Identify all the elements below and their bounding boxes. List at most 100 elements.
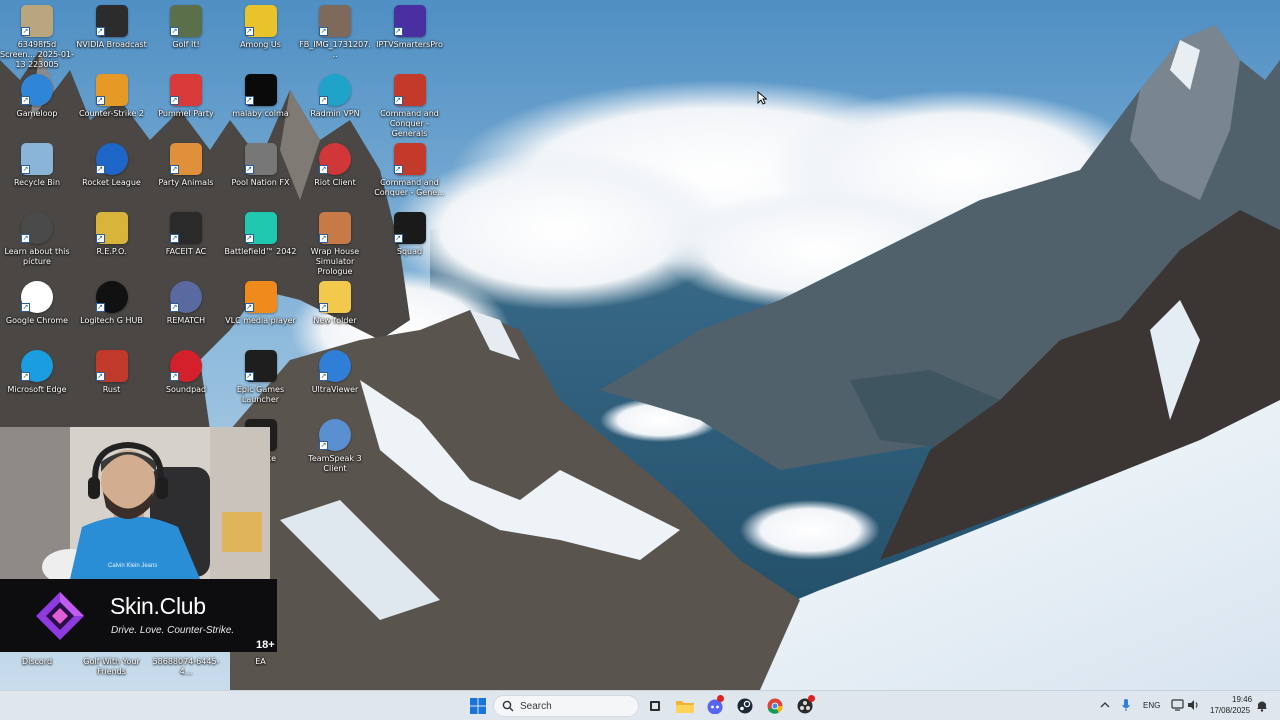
golf-with-friends-shortcut[interactable]: Golf With Your Friends: [75, 619, 149, 685]
shortcut-arrow-icon: ↗: [95, 96, 105, 105]
desktop-shortcut-label: Recycle Bin: [13, 178, 61, 187]
desktop-shortcut[interactable]: ↗ Radmin VPN: [298, 71, 372, 137]
desktop-shortcut-label: Gameloop: [16, 109, 58, 118]
shortcut-arrow-icon: ↗: [393, 96, 403, 105]
desktop-shortcut[interactable]: ↗ Gameloop: [0, 71, 74, 137]
webcam-overlay: Calvin Klein Jeans: [0, 427, 270, 579]
desktop-shortcut[interactable]: ↗ Pummel Party: [149, 71, 223, 137]
desktop-shortcut[interactable]: ↗ Among Us: [224, 2, 298, 68]
shortcut-arrow-icon: ↗: [21, 372, 30, 381]
shortcut-arrow-icon: ↗: [319, 303, 328, 312]
desktop-shortcut[interactable]: ↗ R.E.P.O.: [75, 209, 149, 275]
desktop-shortcut[interactable]: ↗ Google Chrome: [0, 278, 74, 344]
desktop-shortcut[interactable]: ↗ Rocket League: [75, 140, 149, 206]
desktop-shortcut[interactable]: ↗ REMATCH: [149, 278, 223, 344]
desktop-shortcut[interactable]: ↗ Party Animals: [149, 140, 223, 206]
desktop-shortcut[interactable]: ↗ Recycle Bin: [0, 140, 74, 206]
taskbar-search-input[interactable]: Search: [493, 695, 639, 717]
desktop-shortcut-label: Discord: [21, 657, 53, 666]
file-shortcut[interactable]: 58688074-6445-4...: [149, 619, 223, 685]
discord-shortcut[interactable]: Discord: [0, 619, 74, 685]
recording-indicator: [808, 695, 815, 702]
desktop-shortcut[interactable]: ↗ New folder: [298, 278, 372, 344]
desktop-shortcut[interactable]: ↗ Command and Conquer - Gene...: [373, 140, 447, 206]
desktop-shortcut-label: Command and Conquer - Generals: [380, 109, 439, 138]
desktop-shortcut[interactable]: ↗ FB_IMG_1731207...: [298, 2, 372, 68]
start-button[interactable]: [466, 695, 490, 717]
obs-taskbar-button[interactable]: [793, 695, 817, 717]
ea-shortcut[interactable]: EA: [224, 619, 298, 685]
shortcut-arrow-icon: ↗: [319, 96, 328, 105]
mouse-cursor-icon: [757, 91, 767, 105]
desktop-shortcut-label: TeamSpeak 3 Client: [308, 454, 362, 473]
chrome-taskbar-button[interactable]: [763, 695, 787, 717]
desktop-shortcut[interactable]: ↗ TeamSpeak 3 Client: [298, 416, 372, 482]
desktop-shortcut-label: Golf It!: [172, 40, 200, 49]
desktop-shortcut-label: Rust: [102, 385, 121, 394]
steam-icon: [737, 698, 753, 714]
desktop-shortcut-label: Riot Client: [314, 178, 356, 187]
desktop-shortcut-label: malaby colma: [232, 109, 289, 118]
desktop-shortcut-label: FB_IMG_1731207...: [299, 40, 371, 59]
shortcut-arrow-icon: ↗: [21, 234, 30, 243]
desktop-shortcut[interactable]: ↗ Golf It!: [149, 2, 223, 68]
clock-time[interactable]: 19:46: [1232, 695, 1252, 704]
task-view-button[interactable]: [643, 695, 667, 717]
shirt-logo-text: Calvin Klein Jeans: [108, 563, 157, 569]
desktop-shortcut[interactable]: ↗ FACEIT AC: [149, 209, 223, 275]
shortcut-arrow-icon: ↗: [170, 27, 179, 36]
desktop-shortcut-label: EA: [255, 657, 266, 666]
network-icon[interactable]: [1171, 699, 1184, 711]
desktop-shortcut[interactable]: ↗ Counter-Strike 2: [75, 71, 149, 137]
shortcut-arrow-icon: ↗: [21, 96, 30, 105]
desktop-shortcut-label: 58688074-6445-4...: [152, 657, 220, 676]
desktop-shortcut[interactable]: ↗ Command and Conquer - Generals: [373, 71, 447, 138]
desktop-shortcut[interactable]: ↗ Wrap House Simulator Prologue: [298, 209, 372, 276]
desktop-shortcut[interactable]: ↗ Soundpad: [149, 347, 223, 413]
shortcut-arrow-icon: ↗: [393, 165, 403, 174]
discord-taskbar-button[interactable]: [703, 695, 727, 717]
shortcut-arrow-icon: ↗: [319, 372, 328, 381]
desktop-shortcut[interactable]: ↗ NVIDIA Broadcast: [75, 2, 149, 68]
shortcut-arrow-icon: ↗: [244, 372, 254, 381]
desktop-shortcut[interactable]: ↗ 63498f5d Screen... 2025-01-13 223005: [0, 2, 74, 69]
shortcut-arrow-icon: ↗: [393, 234, 403, 243]
desktop-shortcut-label: NVIDIA Broadcast: [76, 40, 147, 49]
desktop-shortcut[interactable]: ↗ malaby colma: [224, 71, 298, 137]
desktop-shortcut[interactable]: ↗ Squad: [373, 209, 447, 275]
shortcut-arrow-icon: ↗: [95, 27, 105, 36]
desktop-shortcut[interactable]: ↗ Logitech G HUB: [75, 278, 149, 344]
desktop-shortcut[interactable]: ↗ Riot Client: [298, 140, 372, 206]
desktop-shortcut-label: Squad: [396, 247, 423, 256]
desktop-shortcut[interactable]: ↗ VLC media player: [224, 278, 298, 344]
desktop-shortcut[interactable]: ↗ UltraViewer: [298, 347, 372, 413]
shortcut-arrow-icon: ↗: [244, 165, 254, 174]
desktop-shortcut-label: Pummel Party: [158, 109, 214, 118]
shortcut-arrow-icon: ↗: [170, 303, 179, 312]
desktop-shortcut[interactable]: ↗ Rust: [75, 347, 149, 413]
shortcut-arrow-icon: ↗: [170, 165, 179, 174]
file-explorer-button[interactable]: [673, 695, 697, 717]
desktop-shortcut-label: UltraViewer: [311, 385, 359, 394]
desktop-shortcut-label: Google Chrome: [5, 316, 69, 325]
steam-taskbar-button[interactable]: [733, 695, 757, 717]
search-placeholder: Search: [520, 700, 552, 712]
microphone-icon[interactable]: [1121, 698, 1131, 712]
sponsor-brand: Skin.Club: [110, 593, 206, 619]
notification-bell-icon[interactable]: [1256, 699, 1268, 712]
desktop-shortcut[interactable]: ↗ Epic Games Launcher: [224, 347, 298, 413]
language-indicator[interactable]: ENG: [1143, 701, 1160, 710]
desktop-shortcut[interactable]: ↗ Learn about this picture: [0, 209, 74, 275]
clock-date[interactable]: 17/08/2025: [1210, 706, 1250, 715]
desktop-shortcut[interactable]: ↗ Pool Nation FX: [224, 140, 298, 206]
taskbar: Search ENG 19:46 17/08/2025: [0, 690, 1280, 720]
chevron-up-icon[interactable]: [1100, 701, 1110, 709]
desktop-shortcut[interactable]: ↗ Microsoft Edge: [0, 347, 74, 413]
shortcut-arrow-icon: ↗: [95, 372, 105, 381]
desktop-shortcut-label: REMATCH: [166, 316, 206, 325]
desktop-shortcut[interactable]: ↗ Battlefield™ 2042: [224, 209, 298, 275]
desktop-shortcut[interactable]: ↗ IPTVSmartersPro: [373, 2, 447, 68]
shortcut-arrow-icon: ↗: [21, 165, 30, 174]
volume-icon[interactable]: [1187, 699, 1200, 711]
desktop-shortcut-label: VLC media player: [225, 316, 296, 325]
